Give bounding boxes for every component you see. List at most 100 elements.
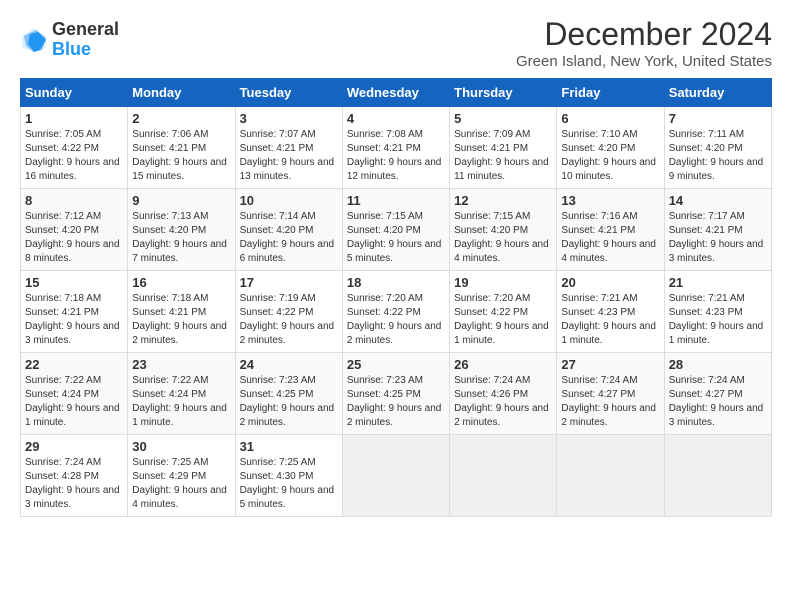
main-container: General Blue December 2024 Green Island,… xyxy=(0,0,792,527)
cell-info: Sunrise: 7:09 AM Sunset: 4:21 PM Dayligh… xyxy=(454,128,552,184)
table-row: 3 Sunrise: 7:07 AM Sunset: 4:21 PM Dayli… xyxy=(235,107,342,189)
table-row: 7 Sunrise: 7:11 AM Sunset: 4:20 PM Dayli… xyxy=(664,107,771,189)
col-friday: Friday xyxy=(557,79,664,107)
table-row: 10 Sunrise: 7:14 AM Sunset: 4:20 PM Dayl… xyxy=(235,189,342,271)
table-row: 16 Sunrise: 7:18 AM Sunset: 4:21 PM Dayl… xyxy=(128,271,235,353)
table-row: 9 Sunrise: 7:13 AM Sunset: 4:20 PM Dayli… xyxy=(128,189,235,271)
cell-info: Sunrise: 7:12 AM Sunset: 4:20 PM Dayligh… xyxy=(25,210,123,266)
table-row: 20 Sunrise: 7:21 AM Sunset: 4:23 PM Dayl… xyxy=(557,271,664,353)
table-row: 18 Sunrise: 7:20 AM Sunset: 4:22 PM Dayl… xyxy=(342,271,449,353)
calendar-week-3: 15 Sunrise: 7:18 AM Sunset: 4:21 PM Dayl… xyxy=(21,271,772,353)
logo-icon xyxy=(20,26,48,54)
cell-info: Sunrise: 7:24 AM Sunset: 4:27 PM Dayligh… xyxy=(669,374,767,430)
day-number: 29 xyxy=(25,439,123,454)
table-row: 28 Sunrise: 7:24 AM Sunset: 4:27 PM Dayl… xyxy=(664,353,771,435)
cell-info: Sunrise: 7:21 AM Sunset: 4:23 PM Dayligh… xyxy=(669,292,767,348)
table-row: 6 Sunrise: 7:10 AM Sunset: 4:20 PM Dayli… xyxy=(557,107,664,189)
table-row: 14 Sunrise: 7:17 AM Sunset: 4:21 PM Dayl… xyxy=(664,189,771,271)
cell-info: Sunrise: 7:25 AM Sunset: 4:30 PM Dayligh… xyxy=(240,456,338,512)
table-row: 23 Sunrise: 7:22 AM Sunset: 4:24 PM Dayl… xyxy=(128,353,235,435)
cell-info: Sunrise: 7:24 AM Sunset: 4:26 PM Dayligh… xyxy=(454,374,552,430)
day-number: 21 xyxy=(669,275,767,290)
day-number: 8 xyxy=(25,193,123,208)
cell-info: Sunrise: 7:14 AM Sunset: 4:20 PM Dayligh… xyxy=(240,210,338,266)
day-number: 30 xyxy=(132,439,230,454)
table-row: 19 Sunrise: 7:20 AM Sunset: 4:22 PM Dayl… xyxy=(450,271,557,353)
table-row xyxy=(342,435,449,517)
col-thursday: Thursday xyxy=(450,79,557,107)
col-monday: Monday xyxy=(128,79,235,107)
calendar-week-1: 1 Sunrise: 7:05 AM Sunset: 4:22 PM Dayli… xyxy=(21,107,772,189)
logo-text: General Blue xyxy=(52,20,119,60)
table-row: 17 Sunrise: 7:19 AM Sunset: 4:22 PM Dayl… xyxy=(235,271,342,353)
table-row: 30 Sunrise: 7:25 AM Sunset: 4:29 PM Dayl… xyxy=(128,435,235,517)
cell-info: Sunrise: 7:18 AM Sunset: 4:21 PM Dayligh… xyxy=(132,292,230,348)
cell-info: Sunrise: 7:23 AM Sunset: 4:25 PM Dayligh… xyxy=(347,374,445,430)
cell-info: Sunrise: 7:24 AM Sunset: 4:27 PM Dayligh… xyxy=(561,374,659,430)
table-row xyxy=(664,435,771,517)
cell-info: Sunrise: 7:10 AM Sunset: 4:20 PM Dayligh… xyxy=(561,128,659,184)
calendar-week-4: 22 Sunrise: 7:22 AM Sunset: 4:24 PM Dayl… xyxy=(21,353,772,435)
col-sunday: Sunday xyxy=(21,79,128,107)
table-row: 12 Sunrise: 7:15 AM Sunset: 4:20 PM Dayl… xyxy=(450,189,557,271)
day-number: 23 xyxy=(132,357,230,372)
table-row: 29 Sunrise: 7:24 AM Sunset: 4:28 PM Dayl… xyxy=(21,435,128,517)
table-row: 25 Sunrise: 7:23 AM Sunset: 4:25 PM Dayl… xyxy=(342,353,449,435)
table-row: 31 Sunrise: 7:25 AM Sunset: 4:30 PM Dayl… xyxy=(235,435,342,517)
cell-info: Sunrise: 7:08 AM Sunset: 4:21 PM Dayligh… xyxy=(347,128,445,184)
header-row-days: Sunday Monday Tuesday Wednesday Thursday… xyxy=(21,79,772,107)
day-number: 6 xyxy=(561,111,659,126)
cell-info: Sunrise: 7:07 AM Sunset: 4:21 PM Dayligh… xyxy=(240,128,338,184)
day-number: 20 xyxy=(561,275,659,290)
calendar-table: Sunday Monday Tuesday Wednesday Thursday… xyxy=(20,78,772,517)
cell-info: Sunrise: 7:16 AM Sunset: 4:21 PM Dayligh… xyxy=(561,210,659,266)
header-row: General Blue December 2024 Green Island,… xyxy=(20,16,772,70)
table-row: 4 Sunrise: 7:08 AM Sunset: 4:21 PM Dayli… xyxy=(342,107,449,189)
cell-info: Sunrise: 7:15 AM Sunset: 4:20 PM Dayligh… xyxy=(347,210,445,266)
day-number: 9 xyxy=(132,193,230,208)
cell-info: Sunrise: 7:06 AM Sunset: 4:21 PM Dayligh… xyxy=(132,128,230,184)
day-number: 17 xyxy=(240,275,338,290)
table-row: 27 Sunrise: 7:24 AM Sunset: 4:27 PM Dayl… xyxy=(557,353,664,435)
day-number: 11 xyxy=(347,193,445,208)
cell-info: Sunrise: 7:11 AM Sunset: 4:20 PM Dayligh… xyxy=(669,128,767,184)
day-number: 5 xyxy=(454,111,552,126)
table-row: 1 Sunrise: 7:05 AM Sunset: 4:22 PM Dayli… xyxy=(21,107,128,189)
cell-info: Sunrise: 7:21 AM Sunset: 4:23 PM Dayligh… xyxy=(561,292,659,348)
day-number: 18 xyxy=(347,275,445,290)
table-row xyxy=(557,435,664,517)
day-number: 15 xyxy=(25,275,123,290)
day-number: 28 xyxy=(669,357,767,372)
day-number: 7 xyxy=(669,111,767,126)
table-row: 22 Sunrise: 7:22 AM Sunset: 4:24 PM Dayl… xyxy=(21,353,128,435)
cell-info: Sunrise: 7:25 AM Sunset: 4:29 PM Dayligh… xyxy=(132,456,230,512)
table-row: 26 Sunrise: 7:24 AM Sunset: 4:26 PM Dayl… xyxy=(450,353,557,435)
cell-info: Sunrise: 7:17 AM Sunset: 4:21 PM Dayligh… xyxy=(669,210,767,266)
cell-info: Sunrise: 7:24 AM Sunset: 4:28 PM Dayligh… xyxy=(25,456,123,512)
cell-info: Sunrise: 7:22 AM Sunset: 4:24 PM Dayligh… xyxy=(132,374,230,430)
day-number: 14 xyxy=(669,193,767,208)
day-number: 27 xyxy=(561,357,659,372)
day-number: 24 xyxy=(240,357,338,372)
cell-info: Sunrise: 7:22 AM Sunset: 4:24 PM Dayligh… xyxy=(25,374,123,430)
table-row: 21 Sunrise: 7:21 AM Sunset: 4:23 PM Dayl… xyxy=(664,271,771,353)
title-block: December 2024 Green Island, New York, Un… xyxy=(516,16,772,70)
cell-info: Sunrise: 7:20 AM Sunset: 4:22 PM Dayligh… xyxy=(347,292,445,348)
col-saturday: Saturday xyxy=(664,79,771,107)
cell-info: Sunrise: 7:23 AM Sunset: 4:25 PM Dayligh… xyxy=(240,374,338,430)
calendar-week-2: 8 Sunrise: 7:12 AM Sunset: 4:20 PM Dayli… xyxy=(21,189,772,271)
cell-info: Sunrise: 7:13 AM Sunset: 4:20 PM Dayligh… xyxy=(132,210,230,266)
day-number: 16 xyxy=(132,275,230,290)
table-row: 24 Sunrise: 7:23 AM Sunset: 4:25 PM Dayl… xyxy=(235,353,342,435)
table-row: 2 Sunrise: 7:06 AM Sunset: 4:21 PM Dayli… xyxy=(128,107,235,189)
logo: General Blue xyxy=(20,20,119,60)
day-number: 25 xyxy=(347,357,445,372)
table-row: 11 Sunrise: 7:15 AM Sunset: 4:20 PM Dayl… xyxy=(342,189,449,271)
cell-info: Sunrise: 7:20 AM Sunset: 4:22 PM Dayligh… xyxy=(454,292,552,348)
table-row xyxy=(450,435,557,517)
cell-info: Sunrise: 7:19 AM Sunset: 4:22 PM Dayligh… xyxy=(240,292,338,348)
cell-info: Sunrise: 7:05 AM Sunset: 4:22 PM Dayligh… xyxy=(25,128,123,184)
day-number: 26 xyxy=(454,357,552,372)
table-row: 8 Sunrise: 7:12 AM Sunset: 4:20 PM Dayli… xyxy=(21,189,128,271)
table-row: 13 Sunrise: 7:16 AM Sunset: 4:21 PM Dayl… xyxy=(557,189,664,271)
